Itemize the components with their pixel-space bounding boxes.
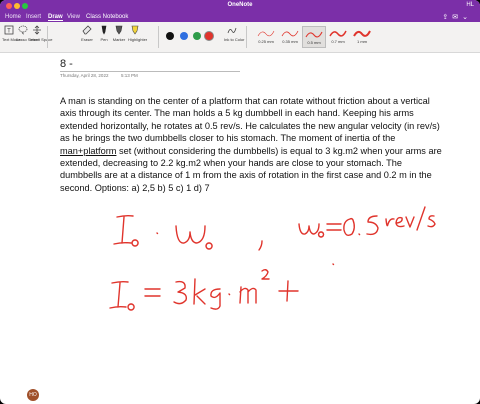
ink-line-3: [109, 269, 299, 311]
ink-line-1: [113, 214, 263, 251]
handwritten-ink-layer[interactable]: [0, 0, 480, 404]
user-avatar[interactable]: HO: [27, 389, 39, 401]
ink-line-2: [298, 206, 436, 266]
onenote-window: OneNote HL Home Insert Draw View Class N…: [0, 0, 480, 404]
